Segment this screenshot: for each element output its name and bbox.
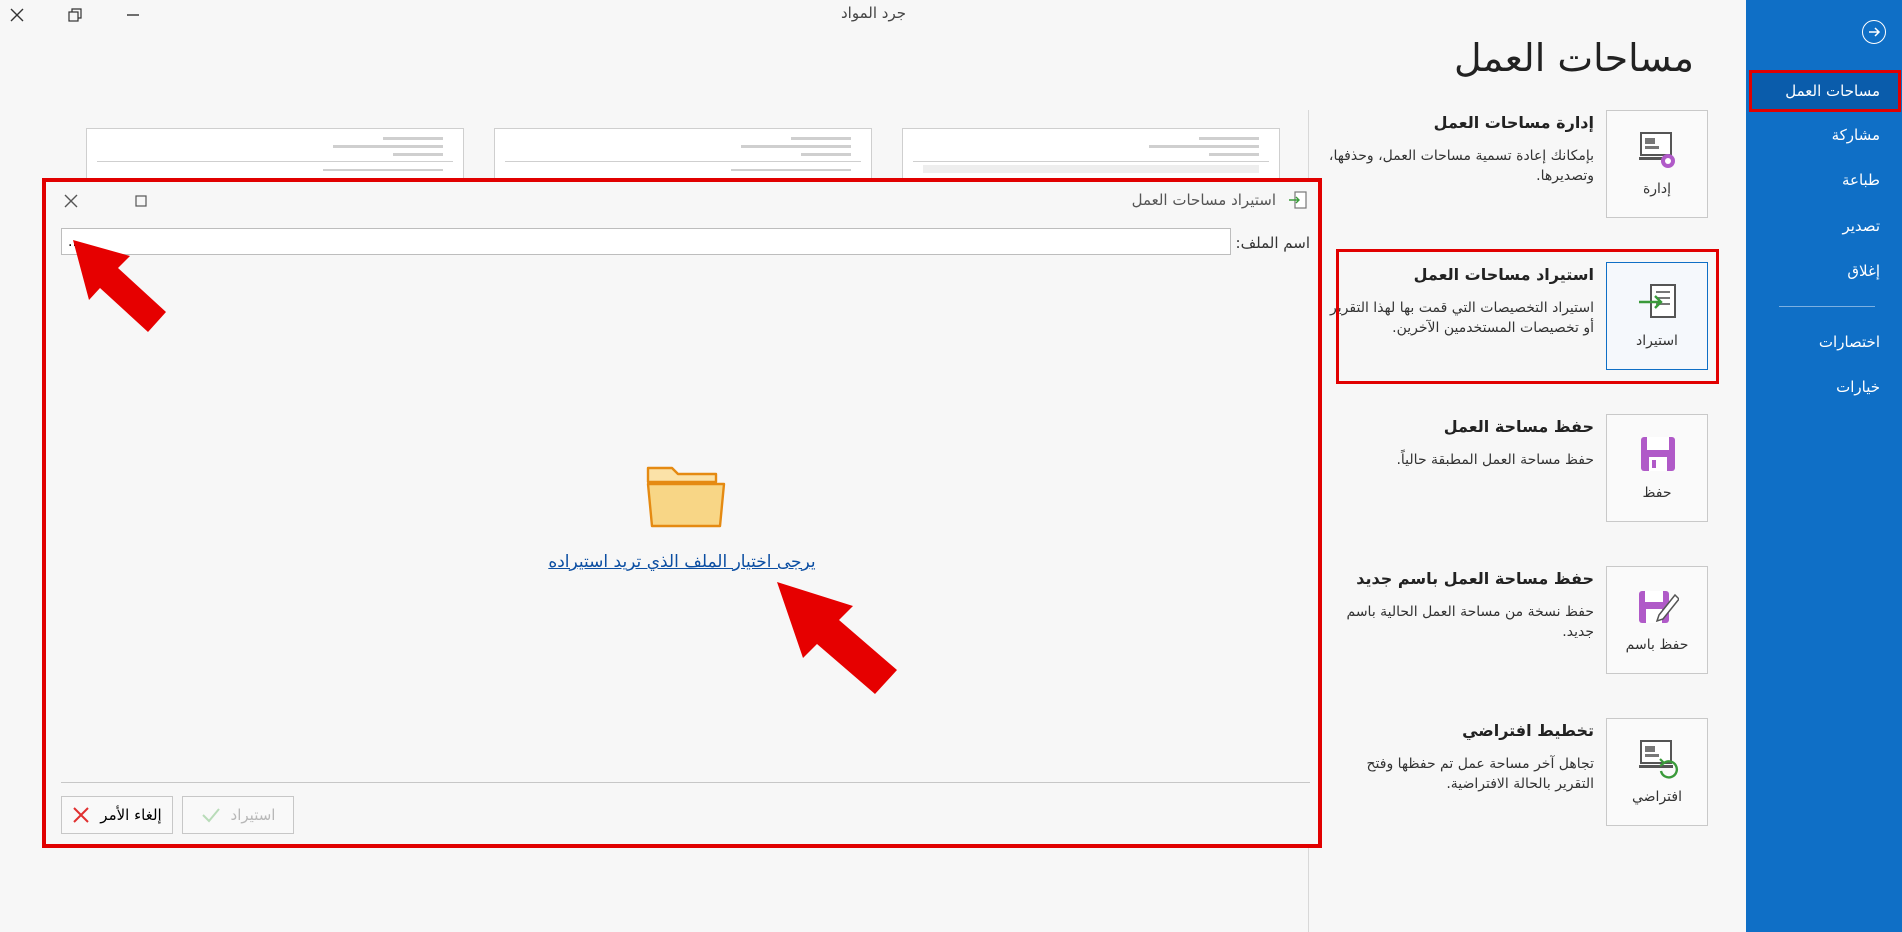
- save-as-workspace-description: حفظ نسخة من مساحة العمل الحالية باسم جدي…: [1346, 604, 1595, 640]
- sidebar-item-options[interactable]: خيارات: [1836, 378, 1880, 396]
- sidebar-item-shortcuts[interactable]: اختصارات: [1819, 333, 1880, 351]
- file-name-label: اسم الملف:: [1235, 234, 1310, 252]
- manage-workspaces-title: إدارة مساحات العمل: [1433, 113, 1594, 132]
- default-button-label: افتراضي: [1632, 789, 1682, 805]
- import-button-label: استيراد: [230, 806, 276, 824]
- default-layout-description: تجاهل آخر مساحة عمل تم حفظها وفتح التقري…: [1366, 756, 1595, 792]
- checkmark-icon: [201, 808, 220, 823]
- folder-icon[interactable]: [646, 462, 726, 528]
- title-bar: جرد المواد: [0, 0, 1747, 30]
- default-layout-button[interactable]: افتراضي: [1606, 718, 1708, 826]
- dialog-close-button[interactable]: [60, 190, 82, 212]
- default-layout-icon: [1639, 740, 1679, 779]
- import-workspaces-dialog: استيراد مساحات العمل اسم الملف: يرجى اخت…: [42, 178, 1322, 848]
- save-as-workspace-title: حفظ مساحة العمل باسم جديد: [1356, 569, 1594, 588]
- sidebar-item-workspaces[interactable]: مساحات العمل: [1749, 70, 1901, 112]
- cancel-button-label: إلغاء الأمر: [100, 806, 162, 824]
- window-title: جرد المواد: [840, 4, 906, 22]
- save-button-label: حفظ: [1642, 485, 1672, 501]
- manage-workspaces-button[interactable]: إدارة: [1606, 110, 1708, 218]
- save-as-workspace-button[interactable]: حفظ باسم: [1606, 566, 1708, 674]
- save-as-button-label: حفظ باسم: [1625, 637, 1689, 653]
- sidebar-item-share[interactable]: مشاركة: [1832, 126, 1880, 144]
- import-highlight-frame: [1336, 249, 1719, 384]
- save-as-icon: [1639, 591, 1679, 623]
- back-button[interactable]: [1862, 20, 1886, 44]
- cancel-x-icon: [73, 807, 90, 823]
- default-layout-title: تخطيط افتراضي: [1462, 721, 1594, 740]
- close-icon: [64, 194, 78, 208]
- sidebar-divider: [1779, 306, 1875, 307]
- save-workspace-title: حفظ مساحة العمل: [1443, 417, 1594, 436]
- annotation-arrow: [73, 240, 166, 332]
- annotation-arrow: [777, 582, 897, 694]
- sidebar-item-close[interactable]: إغلاق: [1847, 262, 1880, 280]
- cancel-button[interactable]: إلغاء الأمر: [61, 796, 173, 834]
- arrow-right-icon: [1869, 27, 1881, 37]
- dialog-divider: [61, 782, 1310, 783]
- save-workspace-button[interactable]: حفظ: [1606, 414, 1708, 522]
- sidebar-item-export[interactable]: تصدير: [1842, 217, 1880, 235]
- save-icon: [1641, 437, 1675, 471]
- dialog-title: استيراد مساحات العمل: [1131, 191, 1276, 209]
- file-name-input[interactable]: [61, 228, 1231, 255]
- import-icon: [1289, 191, 1307, 209]
- manage-workspaces-description: بإمكانك إعادة تسمية مساحات العمل، وحذفها…: [1328, 148, 1594, 184]
- manage-button-label: إدارة: [1642, 181, 1672, 197]
- save-workspace-description: حفظ مساحة العمل المطبقة حالياً.: [1396, 452, 1594, 468]
- manage-workspaces-icon: [1639, 132, 1675, 168]
- backstage-sidebar: مساحات العمل مشاركة طباعة تصدير إغلاق اخ…: [1746, 0, 1902, 932]
- page-title: مساحات العمل: [1454, 36, 1694, 80]
- dialog-maximize-button[interactable]: [130, 190, 152, 212]
- maximize-icon: [135, 195, 147, 207]
- sidebar-item-print[interactable]: طباعة: [1842, 171, 1880, 189]
- choose-file-link[interactable]: يرجى اختيار الملف الذي تريد استيراده: [46, 552, 1318, 572]
- import-button[interactable]: استيراد: [182, 796, 294, 834]
